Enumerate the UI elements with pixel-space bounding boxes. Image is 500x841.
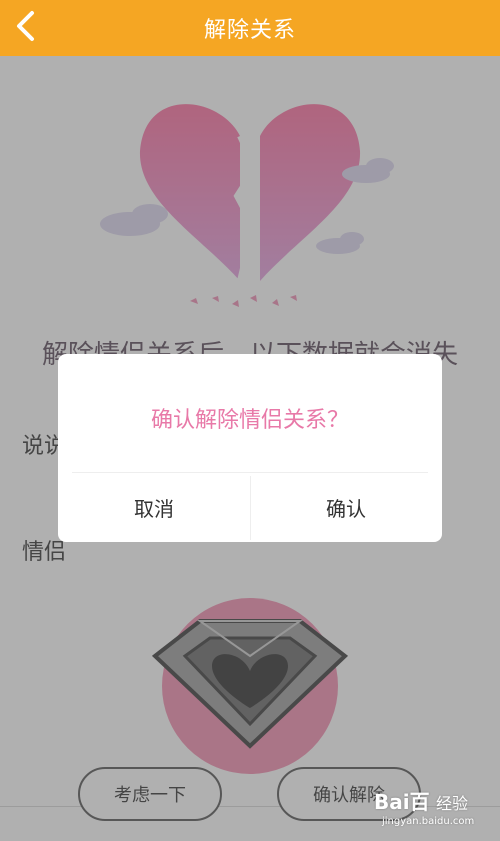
dialog-message: 确认解除情侣关系？ [150, 408, 349, 433]
cancel-button[interactable]: 取消 [58, 473, 250, 542]
confirm-button[interactable]: 确认 [250, 473, 442, 542]
top-bar: 解除关系 [0, 0, 500, 56]
page-title: 解除关系 [203, 18, 296, 43]
back-button[interactable] [4, 4, 48, 48]
watermark-url: jingyan.baidu.com [382, 816, 475, 827]
baidu-watermark: Bai百 经验 jingyan.baidu.com [374, 786, 494, 836]
confirm-dialog: 确认解除情侣关系？ 取消 确认 [58, 354, 442, 542]
watermark-text: 经验 [436, 794, 469, 813]
watermark-logo: Bai百 [374, 790, 430, 814]
chevron-left-icon [17, 11, 34, 41]
